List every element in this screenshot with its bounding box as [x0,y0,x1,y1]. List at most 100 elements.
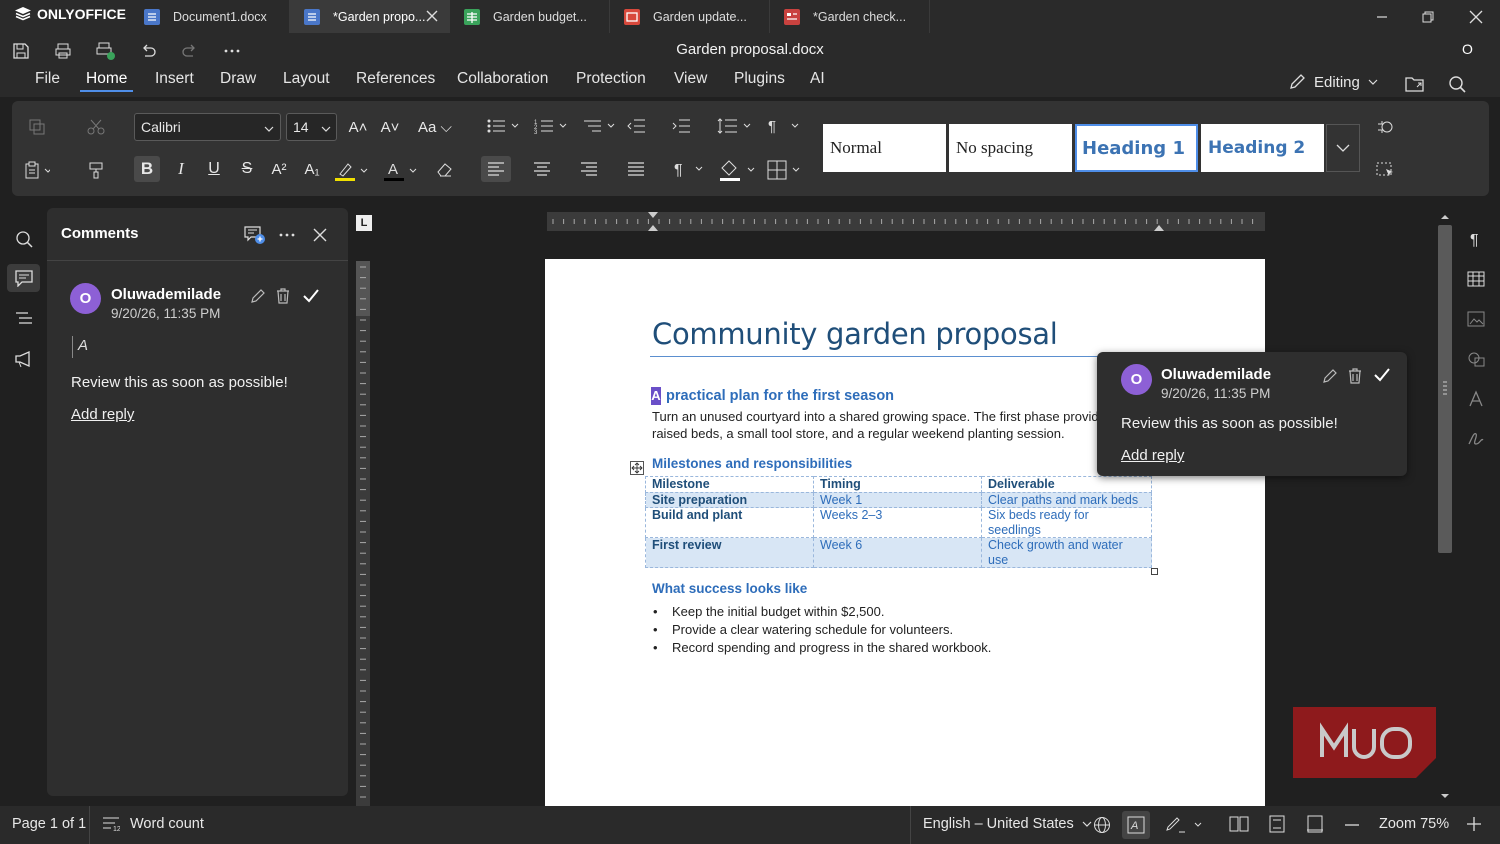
increase-indent-icon[interactable] [671,117,691,135]
fit-page-button[interactable] [1269,815,1285,833]
multilevel-list-icon[interactable] [582,117,602,135]
add-reply-link[interactable]: Add reply [1121,447,1184,464]
decrease-font-button[interactable]: A˅ [377,114,403,140]
numbering-icon[interactable]: 123 [534,117,554,135]
comments-more-button[interactable] [278,232,296,238]
search-button[interactable] [1445,73,1469,95]
line-spacing-icon[interactable] [716,117,738,135]
close-window-button[interactable] [1453,0,1499,33]
menu-draw[interactable]: Draw [220,70,256,88]
strikethrough-button[interactable]: S [234,156,260,182]
borders-button[interactable] [767,160,800,180]
edit-comment-button[interactable] [1322,368,1338,384]
subscript-button[interactable]: A₁ [299,156,325,182]
select-all-button[interactable] [1373,157,1399,183]
comment-anchor-highlight[interactable]: A [651,387,661,405]
horizontal-ruler[interactable] [547,212,1265,231]
cut-button[interactable] [83,114,109,140]
close-comments-button[interactable] [312,227,328,243]
tab-stop-selector[interactable]: L [356,215,372,231]
decrease-indent-icon[interactable] [626,117,646,135]
vertical-scrollbar[interactable] [1438,210,1452,806]
tab-document1[interactable]: Document1.docx [130,0,290,33]
menu-protection[interactable]: Protection [576,70,646,88]
styles-expand-button[interactable] [1326,124,1360,172]
text-art-rail-button[interactable] [1464,387,1488,411]
image-settings-rail-button[interactable] [1464,307,1488,331]
open-file-location-button[interactable] [1403,73,1427,95]
minimize-button[interactable] [1359,0,1405,33]
italic-button[interactable]: I [168,156,194,182]
change-case-button[interactable]: Aa ⌵ [413,114,457,140]
copy-style-button[interactable] [83,157,109,183]
add-reply-link[interactable]: Add reply [71,406,134,423]
resolve-comment-button[interactable] [1373,367,1391,383]
feedback-rail-button[interactable] [7,345,40,373]
justify-button[interactable] [623,156,649,182]
delete-comment-button[interactable] [276,288,290,304]
table-move-handle[interactable] [630,461,644,475]
fit-width-button[interactable] [1306,815,1324,833]
multipage-view-button[interactable] [1229,816,1249,832]
restore-button[interactable] [1405,0,1451,33]
menu-home[interactable]: Home [86,70,127,88]
shape-settings-rail-button[interactable] [1464,347,1488,371]
comments-rail-button[interactable] [7,264,40,292]
tab-garden-budget[interactable]: Garden budget... [450,0,610,33]
increase-font-button[interactable]: A˄ [345,114,371,140]
editing-mode-dropdown[interactable]: Editing [1288,73,1378,91]
delete-comment-button[interactable] [1348,368,1362,384]
underline-button[interactable]: U [201,156,227,182]
align-center-button[interactable] [529,156,555,182]
nonprinting-characters-button[interactable]: ¶ [672,160,703,178]
menu-ai[interactable]: AI [810,70,825,88]
clear-style-button[interactable] [431,156,457,182]
font-name-select[interactable]: Calibri [134,113,281,141]
menu-insert[interactable]: Insert [155,70,194,88]
table-settings-rail-button[interactable] [1464,267,1488,291]
style-no-spacing[interactable]: No spacing [949,124,1072,172]
replace-button[interactable] [1373,114,1399,140]
highlight-color-button[interactable] [334,158,374,184]
user-initial[interactable]: O [1462,41,1473,57]
style-heading-2[interactable]: Heading 2 [1201,124,1324,172]
align-left-button[interactable] [481,156,511,182]
close-tab-icon[interactable] [425,9,439,23]
copy-button[interactable] [24,114,50,140]
document-language-button[interactable] [1093,816,1111,834]
menu-collaboration[interactable]: Collaboration [457,70,548,88]
page-indicator[interactable]: Page 1 of 1 [12,816,86,832]
vertical-ruler[interactable] [356,261,370,806]
zoom-level[interactable]: Zoom 75% [1379,816,1449,832]
search-rail-button[interactable] [7,225,40,253]
font-size-select[interactable]: 14 [286,113,337,141]
edit-comment-button[interactable] [250,288,266,304]
menu-layout[interactable]: Layout [283,70,330,88]
bullets-icon[interactable] [486,117,506,135]
superscript-button[interactable]: A² [266,156,292,182]
font-color-button[interactable]: A [383,158,423,184]
track-changes-button[interactable] [1166,816,1202,834]
tab-garden-update[interactable]: Garden update... [610,0,770,33]
language-select[interactable]: English – United States [923,816,1092,832]
menu-references[interactable]: References [356,70,435,88]
menu-file[interactable]: File [35,70,60,88]
word-count-button[interactable]: 12 Word count [102,816,204,832]
add-comment-button[interactable] [244,225,266,245]
resolve-comment-button[interactable] [302,288,320,304]
style-heading-1[interactable]: Heading 1 [1075,124,1198,172]
navigation-rail-button[interactable] [7,305,40,333]
bold-button[interactable]: B [134,156,160,182]
zoom-in-button[interactable] [1465,815,1483,833]
align-right-button[interactable] [576,156,602,182]
paragraph-settings-icon[interactable]: ¶ [766,117,786,135]
paste-button[interactable] [24,157,50,183]
shading-button[interactable] [718,158,755,182]
menu-plugins[interactable]: Plugins [734,70,785,88]
document-page[interactable]: Community garden proposal A practical pl… [545,259,1265,806]
menu-view[interactable]: View [674,70,707,88]
spell-check-button[interactable]: A [1122,811,1150,839]
tab-garden-checklist[interactable]: *Garden check... [770,0,930,33]
signature-rail-button[interactable] [1464,427,1488,451]
milestones-table[interactable]: Milestone Timing Deliverable Site prepar… [645,476,1152,568]
